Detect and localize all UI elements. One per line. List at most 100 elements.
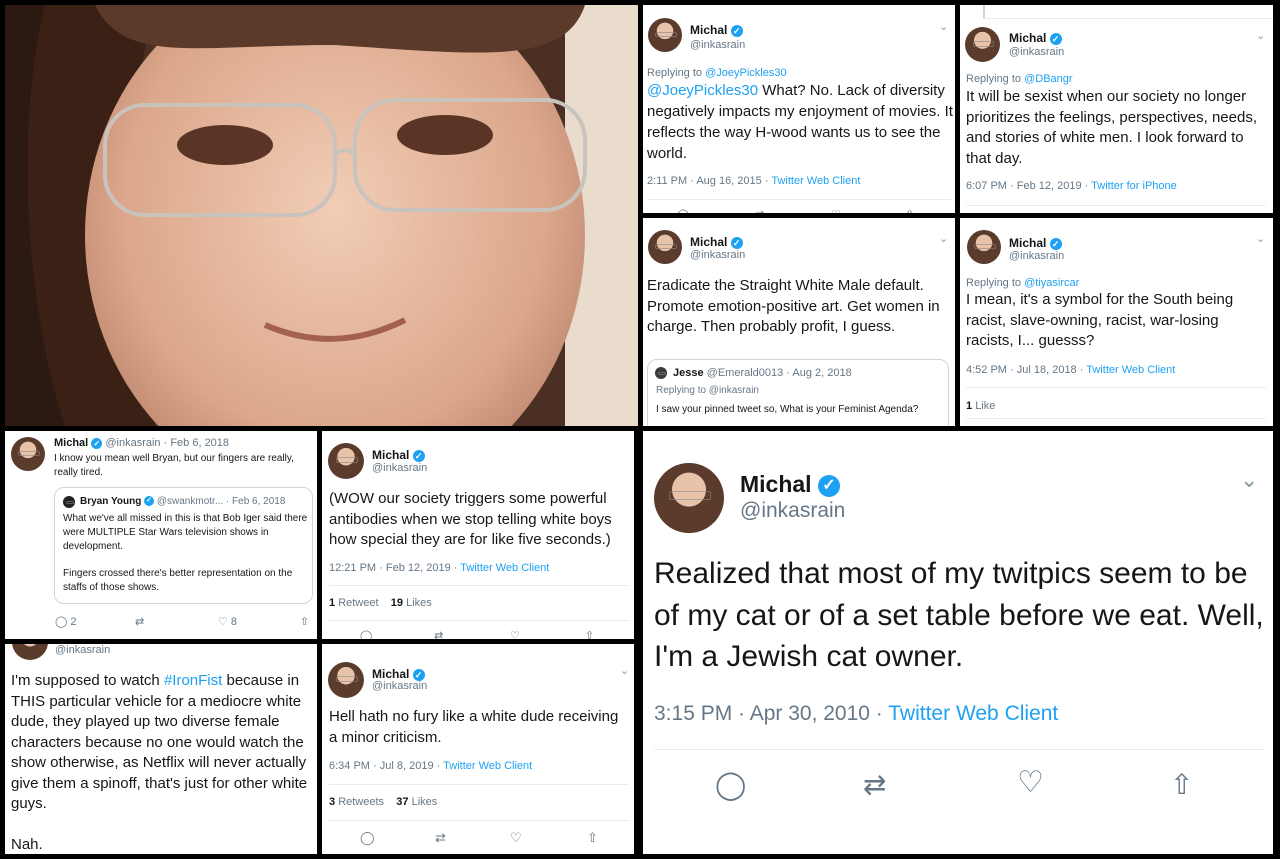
retweet-icon[interactable]: ⇄ — [863, 768, 886, 801]
tweet-text: I know you mean well Bryan, but our fing… — [54, 453, 294, 478]
reply-icon[interactable]: ◯ — [360, 830, 375, 846]
tweet-text: Hell hath no fury like a white dude rece… — [329, 708, 619, 746]
replying-handle-link[interactable]: @tiyasircar — [1024, 277, 1079, 289]
author-handle[interactable]: @inkasrain — [1009, 250, 1064, 262]
source-link[interactable]: Twitter Web Client — [1086, 364, 1175, 376]
avatar[interactable] — [63, 496, 75, 508]
like-icon[interactable]: ♡ 8 — [218, 615, 237, 628]
source-link[interactable]: Twitter Web Client — [888, 702, 1058, 725]
avatar[interactable] — [648, 18, 682, 52]
hashtag-link[interactable]: #IronFist — [164, 672, 222, 689]
verified-badge-icon: ✓ — [412, 449, 425, 462]
reply-icon[interactable]: ◯ — [677, 208, 689, 213]
author-name[interactable]: Michal ✓ @inkasrain · Feb 6, 2018 — [54, 437, 229, 449]
source-link[interactable]: Twitter Web Client — [443, 760, 532, 772]
author-name[interactable]: Michal ✓ — [690, 23, 743, 37]
avatar[interactable] — [654, 463, 724, 533]
avatar[interactable] — [967, 230, 1001, 264]
like-icon[interactable]: ♡ — [1017, 765, 1044, 800]
author-name[interactable]: Michal ✓ — [690, 235, 743, 249]
author-handle[interactable]: @inkasrain — [372, 680, 427, 692]
like-count[interactable]: 1 Like — [966, 400, 995, 412]
tweet-card-9[interactable]: Michal ✓ @inkasrain ⌄ Realized that most… — [643, 431, 1273, 854]
author-handle[interactable]: @inkasrain — [690, 249, 745, 261]
reply-icon[interactable]: ◯ 2 — [55, 615, 77, 628]
chevron-down-icon[interactable]: ⌄ — [939, 20, 948, 33]
avatar[interactable] — [965, 27, 1000, 62]
source-link[interactable]: Twitter Web Client — [460, 562, 549, 574]
author-name[interactable]: Michal ✓ — [372, 448, 425, 462]
tweet-card-3[interactable]: Michal ✓ @inkasrain ⌄ Eradicate the Stra… — [643, 218, 955, 426]
avatar[interactable] — [328, 662, 364, 698]
tweet-text: It will be sexist when our society no lo… — [966, 88, 1257, 167]
author-name[interactable]: Michal ✓ — [372, 667, 425, 681]
divider — [966, 205, 1266, 206]
tweet-card-5[interactable]: Michal ✓ @inkasrain · Feb 6, 2018 I know… — [5, 431, 317, 639]
quoted-author-name[interactable]: Bryan Young ✓ @swankmotr... · Feb 6, 201… — [80, 496, 285, 507]
verified-badge-icon: ✓ — [144, 496, 155, 507]
source-link[interactable]: Twitter for iPhone — [1091, 180, 1177, 192]
quoted-author-name[interactable]: Jesse @Emerald0013 · Aug 2, 2018 — [673, 367, 852, 379]
author-name[interactable]: Michal ✓ — [1009, 236, 1062, 250]
tweet-timestamp: 3:15 PM · Apr 30, 2010 · Twitter Web Cli… — [654, 702, 1059, 725]
retweet-icon[interactable]: ⇄ — [135, 615, 144, 628]
tweet-card-7[interactable]: @inkasrain I'm supposed to watch #IronFi… — [5, 644, 317, 854]
divider — [329, 820, 629, 821]
chevron-down-icon[interactable]: ⌄ — [1256, 29, 1265, 42]
replying-handle-link[interactable]: @DBangr — [1024, 73, 1072, 85]
quoted-text-1: What we've all missed in this is that Bo… — [63, 513, 308, 552]
avatar[interactable] — [328, 443, 364, 479]
tweet-text: I mean, it's a symbol for the South bein… — [966, 291, 1234, 349]
like-count: 8 — [230, 616, 238, 628]
author-handle[interactable]: @inkasrain — [1009, 46, 1064, 58]
like-icon[interactable]: ♡ — [510, 830, 522, 846]
tweet-card-6[interactable]: Michal ✓ @inkasrain (WOW our society tri… — [322, 431, 634, 639]
avatar[interactable] — [648, 230, 682, 264]
retweet-icon[interactable]: ⇄ — [435, 830, 446, 846]
source-link[interactable]: Twitter Web Client — [771, 175, 860, 187]
chevron-down-icon[interactable]: ⌄ — [1240, 467, 1258, 493]
photo-illustration — [5, 5, 638, 426]
like-icon[interactable]: ♡ — [510, 629, 520, 639]
chevron-down-icon[interactable]: ⌄ — [1256, 232, 1265, 245]
verified-badge-icon: ✓ — [817, 474, 840, 497]
divider — [966, 387, 1266, 388]
share-icon[interactable]: ⇧ — [585, 629, 594, 639]
chevron-down-icon[interactable]: ⌄ — [620, 664, 629, 677]
author-handle[interactable]: @inkasrain — [740, 499, 845, 523]
share-icon[interactable]: ⇧ — [300, 615, 309, 628]
author-handle[interactable]: @inkasrain — [55, 644, 110, 656]
replying-to: Replying to @JoeyPickles30 — [647, 67, 787, 79]
share-icon[interactable]: ⇧ — [587, 830, 598, 846]
chevron-down-icon[interactable]: ⌄ — [939, 232, 948, 245]
quoted-tweet[interactable]: Bryan Young ✓ @swankmotr... · Feb 6, 201… — [54, 487, 313, 604]
reply-icon[interactable]: ◯ — [715, 768, 746, 801]
author-name[interactable]: Michal ✓ — [740, 471, 840, 498]
author-handle[interactable]: @inkasrain — [690, 39, 745, 51]
mention-link[interactable]: @JoeyPickles30 — [647, 82, 758, 99]
retweet-icon[interactable]: ⇄ — [434, 629, 443, 639]
quoted-tweet[interactable]: Jesse @Emerald0013 · Aug 2, 2018 Replyin… — [647, 359, 949, 426]
tweet-text: Eradicate the Straight White Male defaul… — [647, 277, 940, 335]
replying-handle-link[interactable]: @JoeyPickles30 — [705, 67, 786, 79]
tweet-text: Realized that most of my twitpics seem t… — [654, 557, 1264, 673]
verified-badge-icon: ✓ — [91, 437, 103, 449]
avatar[interactable] — [12, 644, 48, 660]
avatar[interactable] — [655, 367, 667, 379]
tweet-card-4[interactable]: Michal ✓ @inkasrain ⌄ Replying to @tiyas… — [960, 218, 1273, 426]
tweet-card-2[interactable]: Michal ✓ @inkasrain ⌄ Replying to @DBang… — [960, 5, 1273, 213]
tweet-card-8[interactable]: Michal ✓ @inkasrain ⌄ Hell hath no fury … — [322, 644, 634, 854]
author-handle[interactable]: @inkasrain — [372, 462, 427, 474]
tweet-timestamp: 4:52 PM · Jul 18, 2018 · Twitter Web Cli… — [966, 364, 1176, 376]
reply-icon[interactable]: ◯ — [360, 629, 372, 639]
divider — [654, 749, 1264, 750]
share-icon[interactable]: ⇧ — [905, 208, 914, 213]
author-name[interactable]: Michal ✓ — [1009, 31, 1062, 45]
divider — [329, 784, 629, 785]
share-icon[interactable]: ⇧ — [1170, 768, 1193, 801]
tweet-card-1[interactable]: Michal ✓ @inkasrain ⌄ Replying to @JoeyP… — [643, 5, 955, 213]
retweet-count: 3 — [329, 796, 336, 808]
like-icon[interactable]: ♡ — [831, 208, 841, 213]
avatar[interactable] — [11, 437, 45, 471]
retweet-icon[interactable]: ⇄ — [755, 208, 764, 213]
